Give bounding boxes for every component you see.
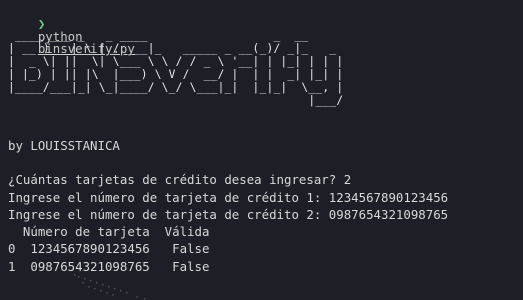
ascii-banner-line-5: |____/___|_| \_|____/ \_/ \___|_| |_|_| … [8,81,344,94]
question-line: ¿Cuántas tarjetas de crédito desea ingre… [8,172,352,187]
result-table-row: 0 1234567890123456 False [8,241,210,256]
author-credit: by LOUISSTANICA [8,138,120,153]
result-table-header: Número de tarjeta Válida [8,224,210,239]
ascii-banner-line-6: |___/ [8,94,344,107]
ascii-banner-line-2: | __ )_ _| \ | / ___|_ _____ _ __(_)/ _|… [8,42,337,55]
result-table-row: 1 0987654321098765 False [8,259,210,274]
ascii-banner-line-3: | _ \| || \| \___ \ \ / / _ \ '__| | |_|… [8,55,344,68]
card-input-line-2: Ingrese el número de tarjeta de crédito … [8,207,449,222]
ascii-banner-line-4: | |_) | || |\ |___) \ V / __/ | | | _| |… [8,68,344,81]
card-input-line-1: Ingrese el número de tarjeta de crédito … [8,190,449,205]
ascii-banner-line-1: ____ ___ _ _ ____ _ __ [8,29,309,42]
